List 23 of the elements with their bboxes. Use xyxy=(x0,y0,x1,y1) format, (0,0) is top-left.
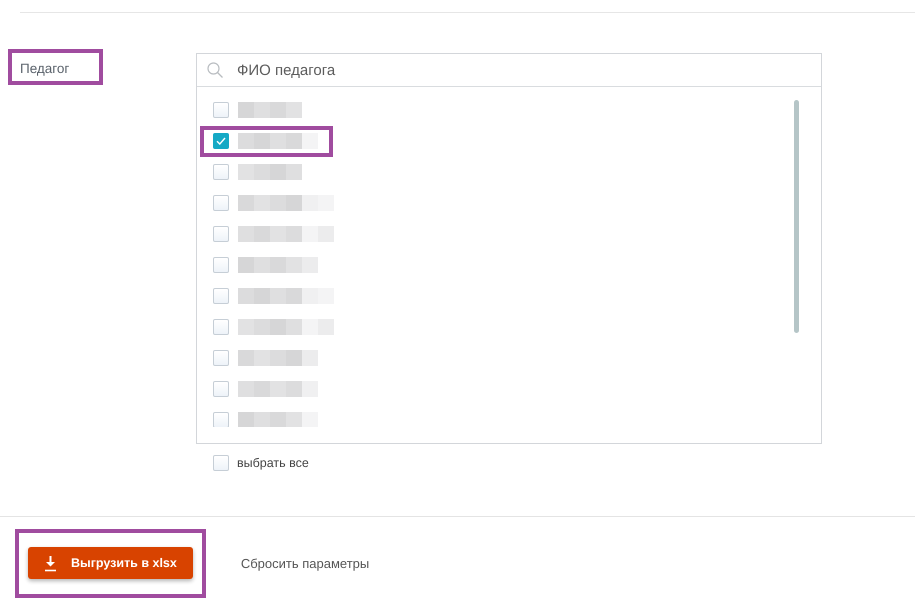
checkbox[interactable] xyxy=(213,102,229,118)
search-field[interactable]: ФИО педагога xyxy=(237,54,821,86)
reset-link[interactable]: Сбросить параметры xyxy=(240,556,370,571)
checkbox[interactable] xyxy=(213,412,229,427)
pixelated-name xyxy=(238,102,302,118)
checkbox[interactable] xyxy=(213,350,229,366)
checkbox[interactable] xyxy=(213,455,229,471)
checkbox[interactable] xyxy=(213,164,229,180)
scrollbar-thumb[interactable] xyxy=(794,100,799,333)
download-icon xyxy=(45,554,56,572)
checkbox[interactable] xyxy=(213,226,229,242)
check-icon xyxy=(216,137,226,145)
export-button[interactable]: Выгрузить в xlsx xyxy=(28,547,193,579)
search-icon xyxy=(207,62,223,78)
checkbox[interactable] xyxy=(213,319,229,335)
checkbox[interactable] xyxy=(213,381,229,397)
checkbox[interactable] xyxy=(213,288,229,304)
checkbox[interactable] xyxy=(213,257,229,273)
select-all-label[interactable]: выбрать все xyxy=(237,456,309,470)
checkbox[interactable] xyxy=(213,195,229,211)
field-label: Педагог xyxy=(20,61,70,76)
pixelated-name xyxy=(238,164,302,180)
checkbox[interactable] xyxy=(213,133,229,149)
